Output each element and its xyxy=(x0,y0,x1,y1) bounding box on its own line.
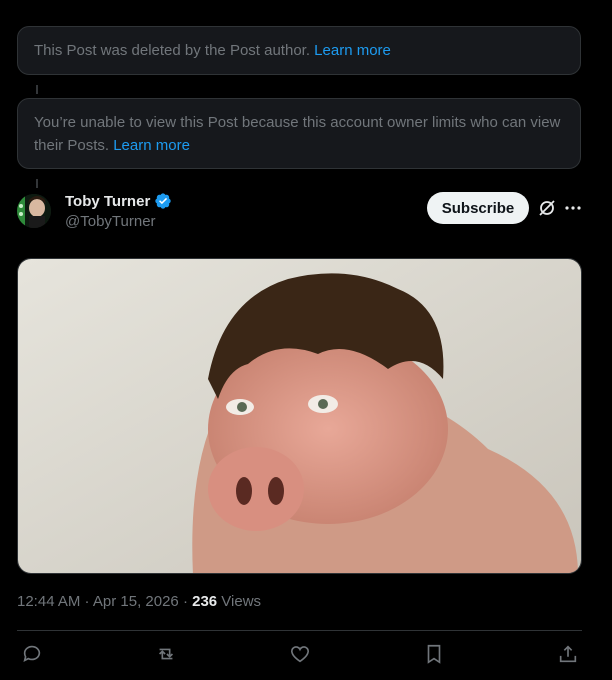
post-meta: 12:44 AM · Apr 15, 2026 · 236 Views xyxy=(17,593,261,610)
views-count: 236 xyxy=(192,593,218,610)
grok-icon[interactable] xyxy=(537,198,557,218)
learn-more-link[interactable]: Learn more xyxy=(113,137,190,154)
author-name-row[interactable]: Toby Turner xyxy=(65,192,172,210)
subscribe-button[interactable]: Subscribe xyxy=(427,192,529,224)
learn-more-link[interactable]: Learn more xyxy=(314,42,391,59)
divider xyxy=(17,630,582,631)
notice-text: This Post was deleted by the Post author… xyxy=(34,42,315,59)
thread-line xyxy=(36,179,38,188)
avatar[interactable] xyxy=(17,194,51,228)
share-icon[interactable] xyxy=(557,643,579,665)
thread-line xyxy=(36,85,38,94)
verified-badge-icon xyxy=(155,193,171,209)
author-handle[interactable]: @TobyTurner xyxy=(65,213,156,230)
views-label: Views xyxy=(217,593,262,610)
deleted-post-notice: This Post was deleted by the Post author… xyxy=(17,26,581,75)
post-image[interactable] xyxy=(17,258,582,574)
more-options-icon[interactable] xyxy=(563,198,583,218)
like-icon[interactable] xyxy=(289,643,311,665)
author-name[interactable]: Toby Turner xyxy=(65,193,150,210)
bookmark-icon[interactable] xyxy=(423,643,445,665)
repost-icon[interactable] xyxy=(155,643,177,665)
restricted-post-notice: You’re unable to view this Post because … xyxy=(17,98,581,169)
post-timestamp[interactable]: 12:44 AM · Apr 15, 2026 · xyxy=(17,593,192,610)
reply-icon[interactable] xyxy=(21,643,43,665)
